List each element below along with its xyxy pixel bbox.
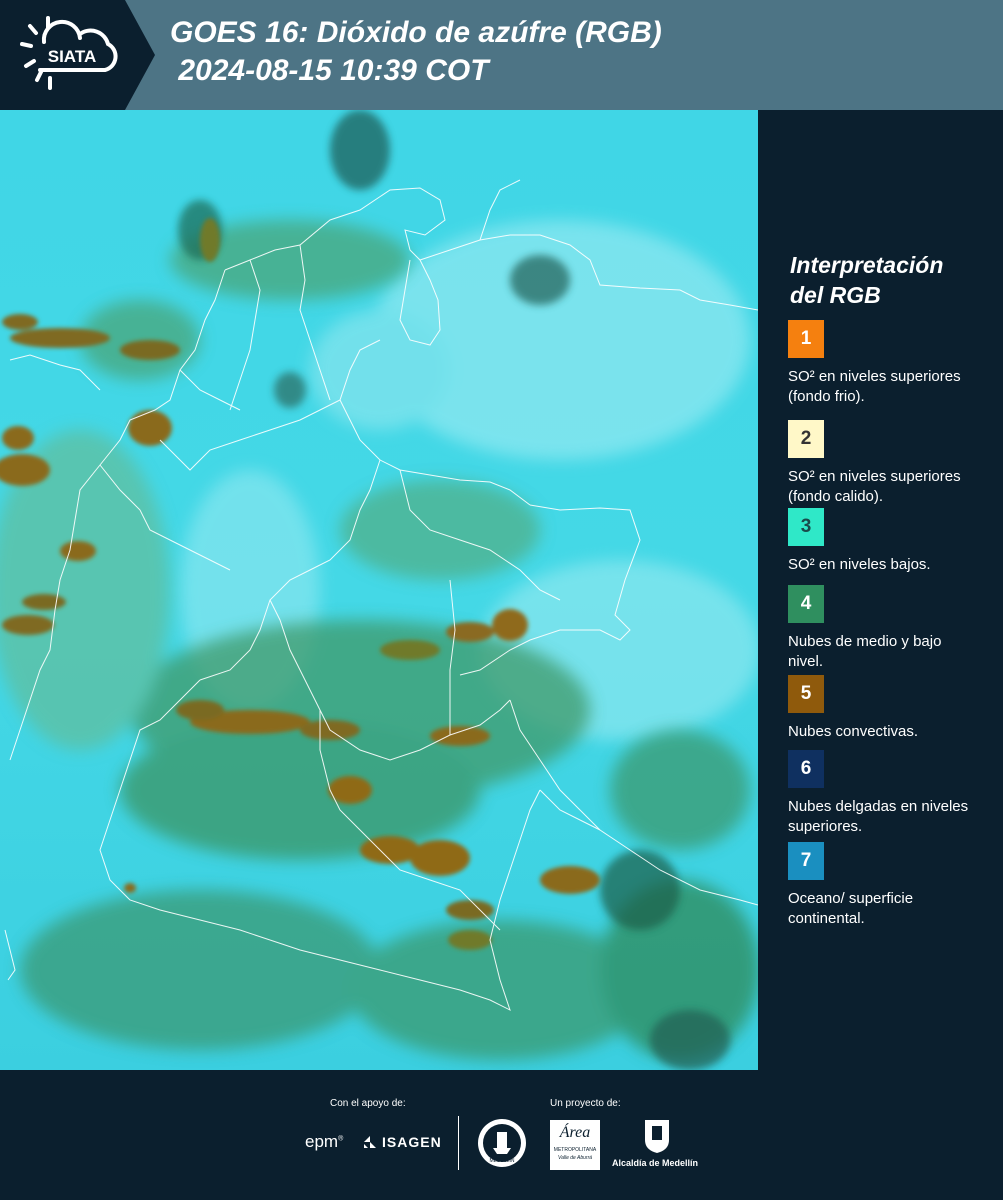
area-metropolitana-logo: Área METROPOLITANA Valle de Aburrá <box>550 1120 600 1170</box>
svg-text:MEDELLÍN: MEDELLÍN <box>489 1157 514 1164</box>
legend-title: Interpretación del RGB <box>790 252 944 308</box>
legend-item-1: 1 SO² en niveles superiores (fondo frio). <box>788 320 978 407</box>
alcaldia-label: Alcaldía de Medellín <box>612 1158 699 1168</box>
legend-item-3: 3 SO² en niveles bajos. <box>788 508 978 575</box>
alcaldia-crest <box>645 1120 669 1153</box>
legend-item-4: 4 Nubes de medio y bajo nivel. <box>788 585 978 672</box>
legend-text-7: Oceano/ superficie continental. <box>788 890 914 927</box>
siata-logo: SIATA <box>0 0 155 110</box>
legend-text-6: Nubes delgadas en niveles superiores. <box>788 798 969 835</box>
legend-text-4: Nubes de medio y bajo nivel. <box>788 633 942 670</box>
satellite-map <box>0 110 758 1070</box>
legend-text-1: SO² en niveles superiores (fondo frio). <box>788 368 961 405</box>
svg-text:SIATA: SIATA <box>48 47 96 66</box>
legend-text-5: Nubes convectivas. <box>788 723 919 740</box>
legend-text-3: SO² en niveles bajos. <box>788 556 931 573</box>
legend-swatch-2: 2 <box>788 420 824 458</box>
legend-text-2: SO² en niveles superiores (fondo calido)… <box>788 468 961 505</box>
footer-divider <box>458 1116 459 1170</box>
legend-panel: Interpretación del RGB 1 SO² en niveles s… <box>758 110 1003 1070</box>
legend-swatch-5: 5 <box>788 675 824 713</box>
legend-swatch-4: 4 <box>788 585 824 623</box>
legend-swatch-1: 1 <box>788 320 824 358</box>
legend-swatch-3: 3 <box>788 508 824 546</box>
isagen-logo: ISAGEN <box>362 1134 442 1150</box>
legend-item-6: 6 Nubes delgadas en niveles superiores. <box>788 750 978 837</box>
page-title: GOES 16: Dióxido de azúfre (RGB) 2024-08… <box>170 14 662 90</box>
epm-logo: epm® <box>305 1132 344 1151</box>
legend-item-2: 2 SO² en niveles superiores (fondo calido… <box>788 420 978 507</box>
legend-item-7: 7 Oceano/ superficie continental. <box>788 842 978 929</box>
medellin-seal: MEDELLÍN <box>478 1119 526 1167</box>
support-label: Con el apoyo de: <box>330 1098 406 1109</box>
title-line-2: 2024-08-15 10:39 COT <box>170 54 489 87</box>
legend-item-5: 5 Nubes convectivas. <box>788 675 978 742</box>
footer: Con el apoyo de: Un proyecto de: epm® IS… <box>0 1070 1003 1200</box>
isagen-mark-icon <box>364 1136 376 1148</box>
project-label: Un proyecto de: <box>550 1098 621 1109</box>
header: SIATA GOES 16: Dióxido de azúfre (RGB) 2… <box>0 0 1003 110</box>
title-line-1: GOES 16: Dióxido de azúfre (RGB) <box>170 16 662 49</box>
legend-swatch-6: 6 <box>788 750 824 788</box>
legend-swatch-7: 7 <box>788 842 824 880</box>
